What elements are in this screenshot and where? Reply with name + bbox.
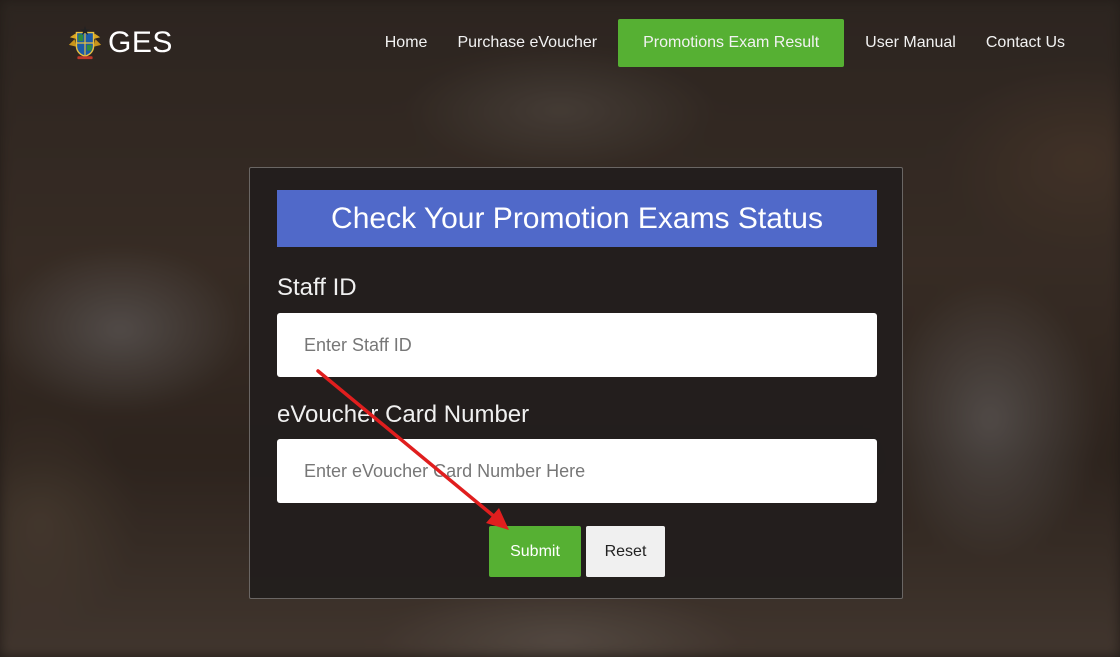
site-logo[interactable]: GES [66,24,173,62]
nav-promotions-exam-result[interactable]: Promotions Exam Result [618,19,845,67]
logo-text: GES [108,26,173,59]
form-title: Check Your Promotion Exams Status [277,190,877,247]
staff-id-input[interactable] [277,313,877,377]
page: GES Home Purchase eVoucher Promotions Ex… [0,0,1120,657]
main-nav: Home Purchase eVoucher Promotions Exam R… [370,19,1080,67]
promotion-status-form: Check Your Promotion Exams Status Staff … [249,167,903,599]
nav-purchase-evoucher[interactable]: Purchase eVoucher [442,19,612,67]
submit-button[interactable]: Submit [489,526,581,577]
nav-home[interactable]: Home [370,19,443,67]
coat-of-arms-icon [68,25,102,60]
reset-button[interactable]: Reset [586,526,665,577]
evoucher-card-number-input[interactable] [277,439,877,503]
evoucher-card-number-label: eVoucher Card Number [277,401,530,428]
nav-contact-us[interactable]: Contact Us [971,19,1080,67]
nav-user-manual[interactable]: User Manual [850,19,971,67]
staff-id-label: Staff ID [277,274,357,301]
